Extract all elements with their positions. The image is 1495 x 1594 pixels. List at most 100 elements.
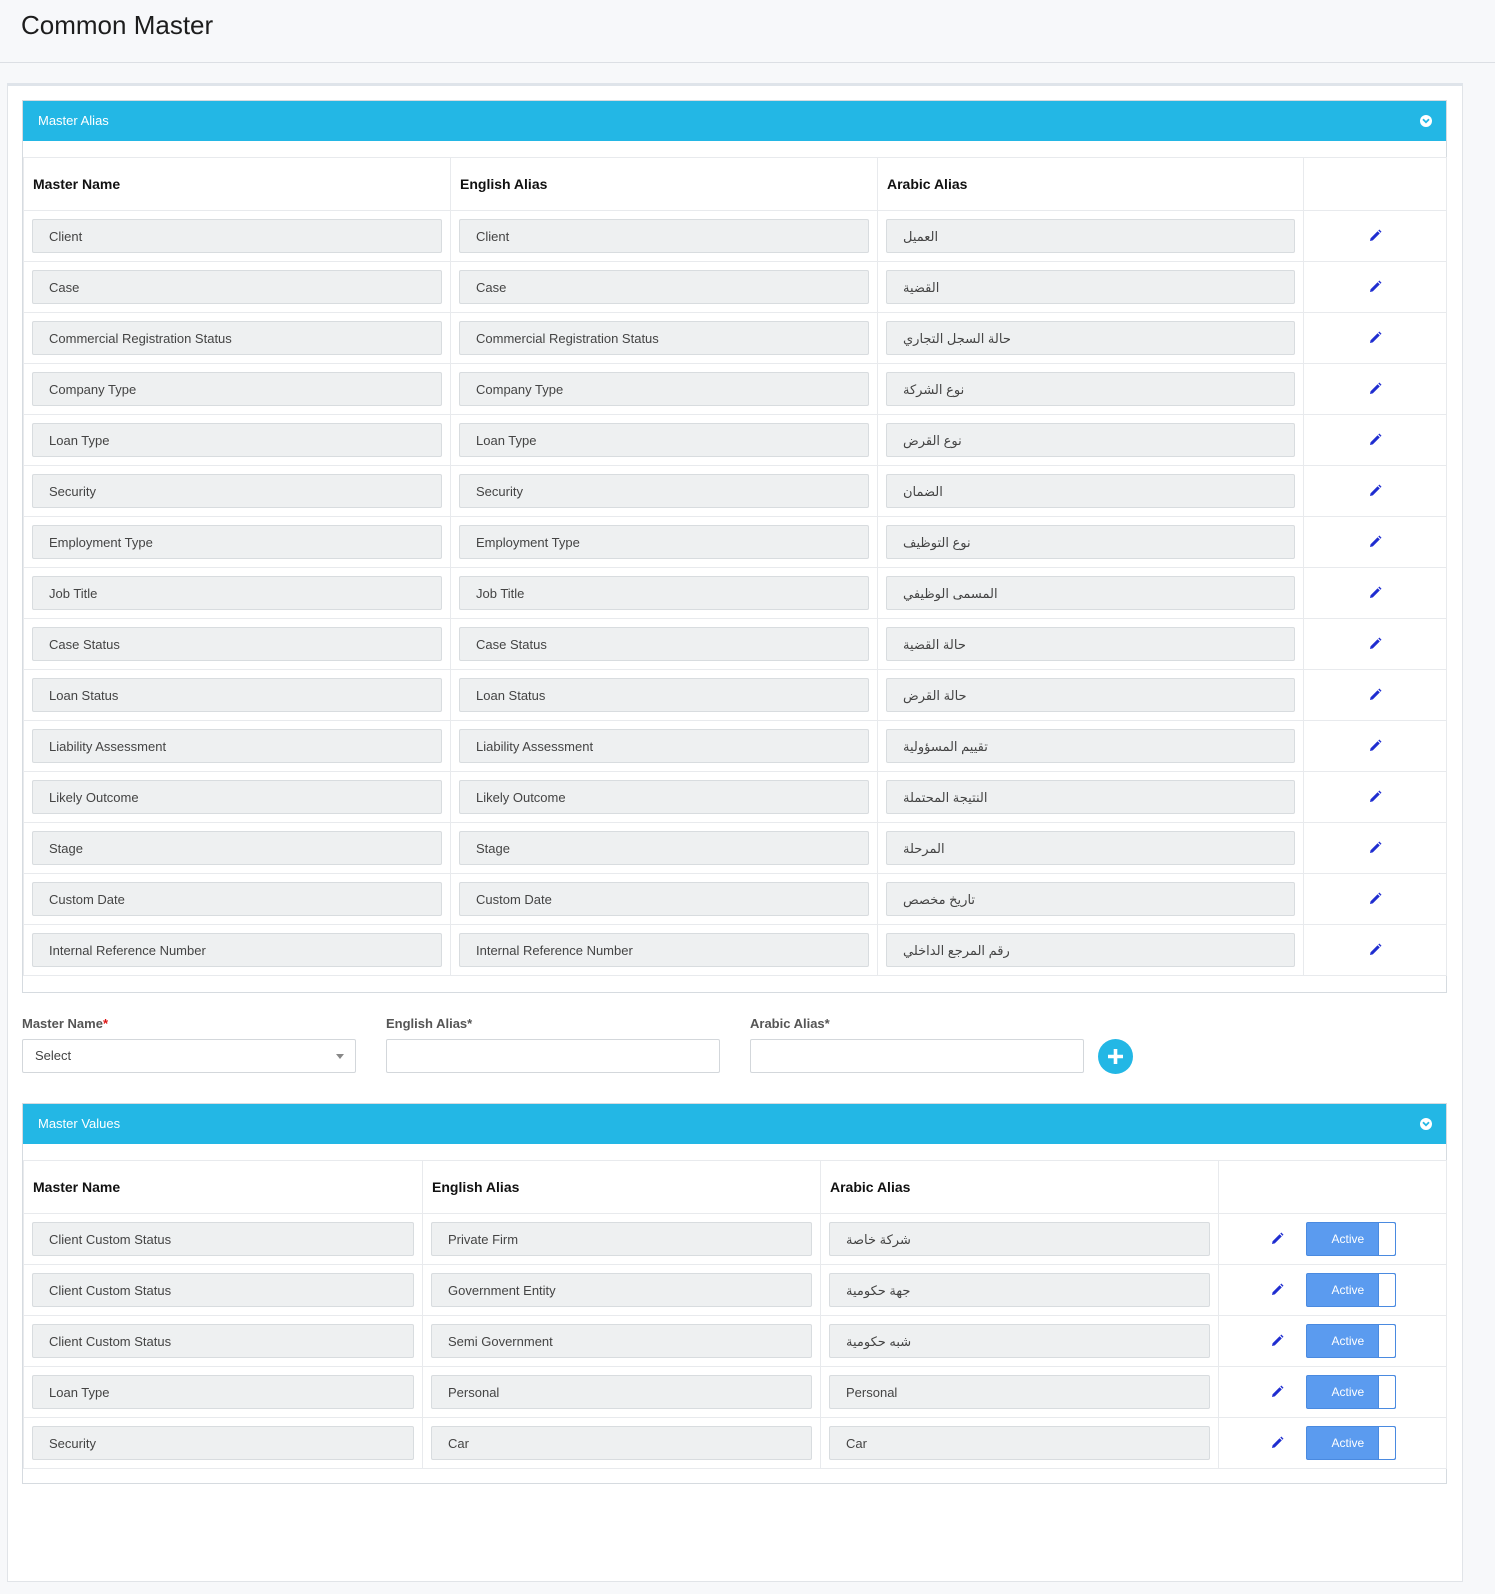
pencil-icon[interactable] [1368, 841, 1382, 855]
arabic-alias-cell[interactable]: شركة خاصة [829, 1222, 1210, 1256]
status-toggle[interactable]: Active [1305, 1375, 1396, 1409]
master-name-cell[interactable]: Employment Type [32, 525, 442, 559]
status-toggle[interactable]: Active [1305, 1273, 1396, 1307]
master-name-cell-text: Client [49, 229, 83, 244]
master-name-cell[interactable]: Loan Type [32, 423, 442, 457]
arabic-alias-input[interactable] [750, 1039, 1084, 1073]
english-alias-cell[interactable]: Private Firm [431, 1222, 812, 1256]
master-name-cell[interactable]: Loan Status [32, 678, 442, 712]
pencil-icon[interactable] [1270, 1232, 1284, 1246]
arabic-alias-cell[interactable]: تاريخ مخصص [886, 882, 1295, 916]
master-name-cell[interactable]: Custom Date [32, 882, 442, 916]
english-alias-cell[interactable]: Loan Type [459, 423, 869, 457]
status-toggle[interactable]: Active [1305, 1324, 1396, 1358]
english-alias-cell[interactable]: Car [431, 1426, 812, 1460]
master-name-cell[interactable]: Client [32, 219, 442, 253]
chevron-down-circle-icon[interactable] [1420, 115, 1432, 127]
pencil-icon[interactable] [1368, 382, 1382, 396]
master-name-cell[interactable]: Liability Assessment [32, 729, 442, 763]
pencil-icon[interactable] [1368, 535, 1382, 549]
master-name-cell[interactable]: Client Custom Status [32, 1324, 414, 1358]
arabic-alias-cell[interactable]: نوع القرض [886, 423, 1295, 457]
english-alias-cell[interactable]: Loan Status [459, 678, 869, 712]
english-alias-cell[interactable]: Custom Date [459, 882, 869, 916]
table-row: Security Car Car Active [23, 1417, 1447, 1469]
english-alias-cell[interactable]: Government Entity [431, 1273, 812, 1307]
master-name-cell[interactable]: Case [32, 270, 442, 304]
arabic-alias-cell[interactable]: شبه حكومية [829, 1324, 1210, 1358]
master-name-cell[interactable]: Client Custom Status [32, 1273, 414, 1307]
pencil-icon[interactable] [1270, 1385, 1284, 1399]
arabic-alias-cell[interactable]: نوع التوظيف [886, 525, 1295, 559]
pencil-icon[interactable] [1270, 1334, 1284, 1348]
english-alias-cell[interactable]: Personal [431, 1375, 812, 1409]
arabic-alias-cell[interactable]: النتيجة المحتملة [886, 780, 1295, 814]
english-alias-cell[interactable]: Job Title [459, 576, 869, 610]
arabic-alias-cell[interactable]: نوع الشركة [886, 372, 1295, 406]
pencil-icon[interactable] [1368, 637, 1382, 651]
required-marker: * [102, 1016, 108, 1031]
column-header-english-alias: English Alias [422, 1160, 821, 1214]
arabic-alias-cell[interactable]: الضمان [886, 474, 1295, 508]
pencil-icon[interactable] [1368, 739, 1382, 753]
master-name-select[interactable]: Select [22, 1039, 356, 1073]
english-alias-cell[interactable]: Semi Government [431, 1324, 812, 1358]
arabic-alias-cell[interactable]: تقييم المسؤولية [886, 729, 1295, 763]
pencil-icon[interactable] [1368, 688, 1382, 702]
arabic-alias-cell[interactable]: حالة السجل التجاري [886, 321, 1295, 355]
english-alias-cell[interactable]: Case [459, 270, 869, 304]
pencil-icon[interactable] [1368, 229, 1382, 243]
arabic-alias-cell[interactable]: المرحلة [886, 831, 1295, 865]
arabic-alias-cell[interactable]: جهة حكومية [829, 1273, 1210, 1307]
english-alias-cell[interactable]: Internal Reference Number [459, 933, 869, 967]
english-alias-cell[interactable]: Company Type [459, 372, 869, 406]
arabic-alias-cell[interactable]: رقم المرجع الداخلي [886, 933, 1295, 967]
pencil-icon[interactable] [1368, 892, 1382, 906]
master-name-cell[interactable]: Case Status [32, 627, 442, 661]
arabic-alias-cell[interactable]: العميل [886, 219, 1295, 253]
english-alias-cell[interactable]: Commercial Registration Status [459, 321, 869, 355]
master-name-cell[interactable]: Commercial Registration Status [32, 321, 442, 355]
pencil-icon[interactable] [1368, 280, 1382, 294]
pencil-icon[interactable] [1368, 790, 1382, 804]
english-alias-input[interactable] [386, 1039, 720, 1073]
master-name-cell[interactable]: Job Title [32, 576, 442, 610]
master-name-cell[interactable]: Loan Type [32, 1375, 414, 1409]
pencil-icon[interactable] [1368, 433, 1382, 447]
arabic-alias-cell[interactable]: القضية [886, 270, 1295, 304]
chevron-down-circle-icon[interactable] [1420, 1118, 1432, 1130]
arabic-alias-cell[interactable]: المسمى الوظيفي [886, 576, 1295, 610]
status-toggle[interactable]: Active [1305, 1222, 1396, 1256]
english-alias-cell[interactable]: Stage [459, 831, 869, 865]
english-alias-cell[interactable]: Likely Outcome [459, 780, 869, 814]
add-alias-button[interactable] [1098, 1039, 1133, 1074]
master-name-cell[interactable]: Security [32, 1426, 414, 1460]
english-alias-cell[interactable]: Employment Type [459, 525, 869, 559]
master-alias-panel-header[interactable]: Master Alias [23, 101, 1446, 141]
arabic-alias-cell[interactable]: Personal [829, 1375, 1210, 1409]
pencil-icon[interactable] [1368, 943, 1382, 957]
pencil-icon[interactable] [1368, 586, 1382, 600]
pencil-icon[interactable] [1368, 331, 1382, 345]
pencil-icon[interactable] [1270, 1436, 1284, 1450]
master-name-cell[interactable]: Likely Outcome [32, 780, 442, 814]
english-alias-cell[interactable]: Case Status [459, 627, 869, 661]
master-name-cell[interactable]: Client Custom Status [32, 1222, 414, 1256]
column-header-arabic-alias: Arabic Alias [877, 157, 1304, 211]
master-name-cell[interactable]: Company Type [32, 372, 442, 406]
master-values-panel-header[interactable]: Master Values [23, 1104, 1446, 1144]
master-name-cell[interactable]: Internal Reference Number [32, 933, 442, 967]
master-alias-panel: Master Alias Master Name English Alias A… [22, 100, 1447, 993]
english-alias-cell[interactable]: Security [459, 474, 869, 508]
arabic-alias-cell[interactable]: حالة القضية [886, 627, 1295, 661]
pencil-icon[interactable] [1270, 1283, 1284, 1297]
status-toggle[interactable]: Active [1305, 1426, 1396, 1460]
master-name-cell[interactable]: Security [32, 474, 442, 508]
master-name-cell[interactable]: Stage [32, 831, 442, 865]
master-name-cell-text: Client Custom Status [49, 1283, 172, 1298]
arabic-alias-cell[interactable]: Car [829, 1426, 1210, 1460]
arabic-alias-cell[interactable]: حالة القرض [886, 678, 1295, 712]
pencil-icon[interactable] [1368, 484, 1382, 498]
english-alias-cell[interactable]: Client [459, 219, 869, 253]
english-alias-cell[interactable]: Liability Assessment [459, 729, 869, 763]
